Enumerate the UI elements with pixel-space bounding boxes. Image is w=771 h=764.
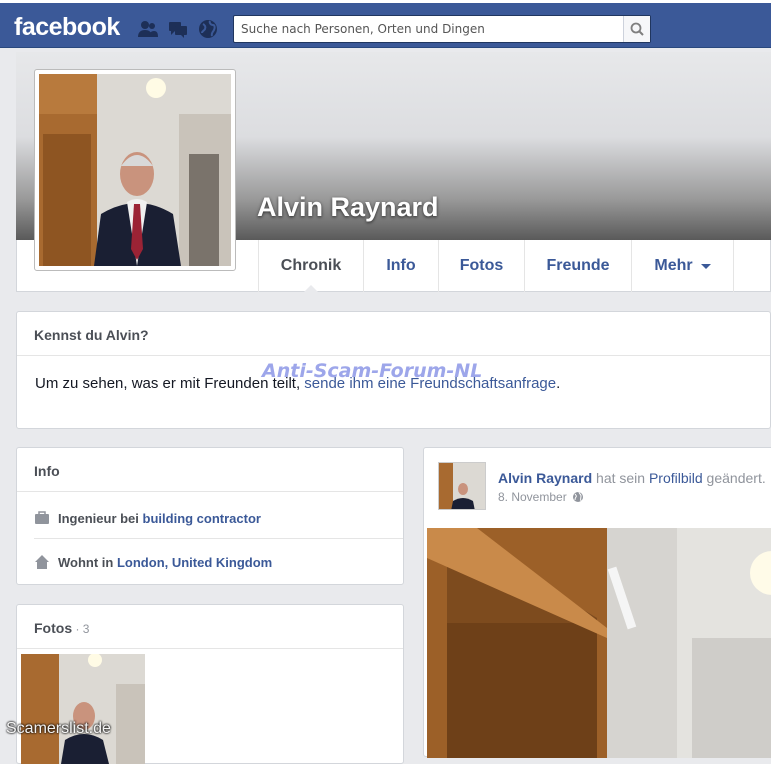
photos-card: Fotos · 3 [16,604,404,764]
tab-chronik[interactable]: Chronik [258,240,363,293]
photos-card-title: Fotos · 3 [17,605,403,649]
site-watermark: Scamerslist.de [6,720,111,737]
info-card: Info Ingenieur bei building contractor W… [16,447,404,585]
tab-freunde[interactable]: Freunde [524,240,631,292]
post-date-link[interactable]: 8. November [498,490,567,504]
profile-picture[interactable] [34,69,236,271]
globe-icon[interactable] [197,18,219,40]
friends-icon[interactable] [137,18,159,40]
search-icon [630,22,644,36]
search-placeholder: Suche nach Personen, Orten und Dingen [241,22,485,36]
post-date: 8. November [498,490,584,504]
home-link[interactable]: London, United Kingdom [117,555,272,570]
public-globe-icon [572,491,583,502]
messages-icon[interactable] [167,18,189,40]
post-author-link[interactable]: Alvin Raynard [498,470,592,486]
search-button[interactable] [623,16,650,42]
briefcase-icon [35,511,49,524]
post-photo-image [427,528,771,758]
profilbild-link[interactable]: Profilbild [649,470,703,486]
house-icon [35,555,49,569]
tab-mehr[interactable]: Mehr [631,240,734,292]
post-avatar-image [439,463,485,509]
dropdown-caret-icon [700,263,711,269]
work-row: Ingenieur bei building contractor [34,510,261,526]
home-row: Wohnt in London, United Kingdom [34,554,272,570]
photo-thumbnail[interactable] [21,654,145,764]
person-photo-image [39,74,231,266]
post-photo[interactable] [427,528,771,758]
post-headline: Alvin Raynard hat sein Profilbild geände… [498,470,766,486]
info-divider [34,538,403,539]
work-link[interactable]: building contractor [143,511,261,526]
forum-watermark: Anti-Scam-Forum-NL [262,360,483,382]
know-card-title: Kennst du Alvin? [17,312,770,356]
photo-thumbnail-image [21,654,145,764]
profile-photo [39,74,231,266]
top-strip [0,0,771,3]
post-card: Alvin Raynard hat sein Profilbild geände… [423,447,771,758]
top-bar: facebook Suche nach Personen, Orten und … [0,0,771,48]
info-card-title: Info [17,448,403,492]
post-avatar[interactable] [438,462,486,510]
tab-info[interactable]: Info [363,240,438,292]
search-box[interactable]: Suche nach Personen, Orten und Dingen [233,15,651,43]
tab-fotos[interactable]: Fotos [438,240,524,292]
profile-name[interactable]: Alvin Raynard [257,192,439,223]
facebook-logo[interactable]: facebook [14,13,120,42]
